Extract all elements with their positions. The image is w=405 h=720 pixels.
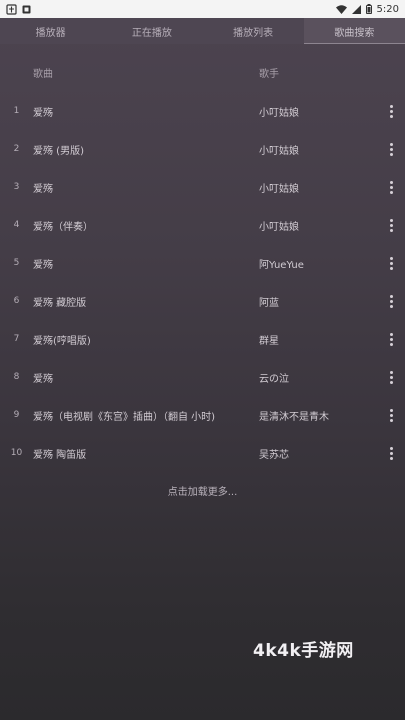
song-title: 爱殇 (33, 373, 53, 385)
song-row[interactable]: 5 爱殇 阿YueYue (0, 244, 405, 282)
tab-now-playing[interactable]: 正在播放 (101, 18, 202, 44)
more-options-icon[interactable] (386, 443, 397, 464)
song-artist: 小叮姑娘 (259, 183, 299, 195)
row-index: 3 (13, 182, 20, 192)
watermark-text: 4k4k手游网 (253, 641, 354, 661)
song-title: 爱殇 (33, 183, 53, 195)
song-title: 爱殇 陶笛版 (33, 449, 87, 461)
header-artist: 歌手 (259, 68, 279, 80)
load-more-button[interactable]: 点击加载更多... (0, 483, 405, 498)
song-row[interactable]: 1 爱殇 小叮姑娘 (0, 92, 405, 130)
song-title: 爱殇 (男版) (33, 145, 84, 157)
signal-icon (351, 4, 361, 14)
more-options-icon[interactable] (386, 139, 397, 160)
app-notification-icon (6, 3, 17, 15)
status-bar: 5:20 (0, 0, 405, 18)
song-row[interactable]: 2 爱殇 (男版) 小叮姑娘 (0, 130, 405, 168)
more-options-icon[interactable] (386, 329, 397, 350)
tab-player[interactable]: 播放器 (0, 18, 101, 44)
row-index: 5 (13, 258, 20, 268)
song-artist: 阿蓝 (259, 297, 279, 309)
song-title: 爱殇（伴奏） (33, 221, 93, 233)
more-options-icon[interactable] (386, 367, 397, 388)
song-row[interactable]: 10 爱殇 陶笛版 吴苏芯 (0, 434, 405, 472)
song-title: 爱殇（电视剧《东宫》插曲）（翻自 小时) (33, 411, 216, 423)
more-options-icon[interactable] (386, 291, 397, 312)
list-header: 歌曲 歌手 (0, 52, 405, 92)
song-artist: 群星 (259, 335, 279, 347)
song-artist: 小叮姑娘 (259, 107, 299, 119)
song-artist: 小叮姑娘 (259, 221, 299, 233)
song-row[interactable]: 4 爱殇（伴奏） 小叮姑娘 (0, 206, 405, 244)
row-index: 8 (13, 372, 20, 382)
tab-bar: 播放器 正在播放 播放列表 歌曲搜索 (0, 18, 405, 44)
song-artist: 阿YueYue (259, 259, 304, 271)
row-index: 9 (13, 410, 20, 420)
tab-playlist[interactable]: 播放列表 (203, 18, 304, 44)
song-title: 爱殇 藏腔版 (33, 297, 87, 309)
song-title: 爱殇 (33, 107, 53, 119)
more-options-icon[interactable] (386, 253, 397, 274)
more-options-icon[interactable] (386, 101, 397, 122)
song-artist: 是清沐不是青木 (259, 411, 329, 423)
status-time: 5:20 (376, 3, 399, 15)
row-index: 2 (13, 144, 20, 154)
more-options-icon[interactable] (386, 177, 397, 198)
battery-icon (365, 4, 372, 14)
more-options-icon[interactable] (386, 405, 397, 426)
tab-song-search[interactable]: 歌曲搜索 (303, 18, 405, 44)
row-index: 6 (13, 296, 20, 306)
song-row[interactable]: 9 爱殇（电视剧《东宫》插曲）（翻自 小时) 是清沐不是青木 (0, 396, 405, 434)
row-index: 1 (13, 106, 20, 116)
row-index: 10 (10, 448, 23, 458)
song-artist: 小叮姑娘 (259, 145, 299, 157)
wifi-icon (335, 4, 347, 14)
header-title: 歌曲 (33, 68, 53, 80)
song-artist: 云の泣 (259, 373, 289, 385)
song-title: 爱殇(哼唱版) (33, 335, 91, 347)
song-row[interactable]: 7 爱殇(哼唱版) 群星 (0, 320, 405, 358)
more-options-icon[interactable] (386, 215, 397, 236)
image-notification-icon (22, 5, 31, 14)
song-row[interactable]: 3 爱殇 小叮姑娘 (0, 168, 405, 206)
song-title: 爱殇 (33, 259, 53, 271)
song-row[interactable]: 6 爱殇 藏腔版 阿蓝 (0, 282, 405, 320)
row-index: 7 (13, 334, 20, 344)
song-row[interactable]: 8 爱殇 云の泣 (0, 358, 405, 396)
song-list: 歌曲 歌手 1 爱殇 小叮姑娘 2 爱殇 (男版) 小叮姑娘 3 爱殇 小叮姑娘… (0, 52, 405, 472)
song-artist: 吴苏芯 (259, 449, 289, 461)
row-index: 4 (13, 220, 20, 230)
